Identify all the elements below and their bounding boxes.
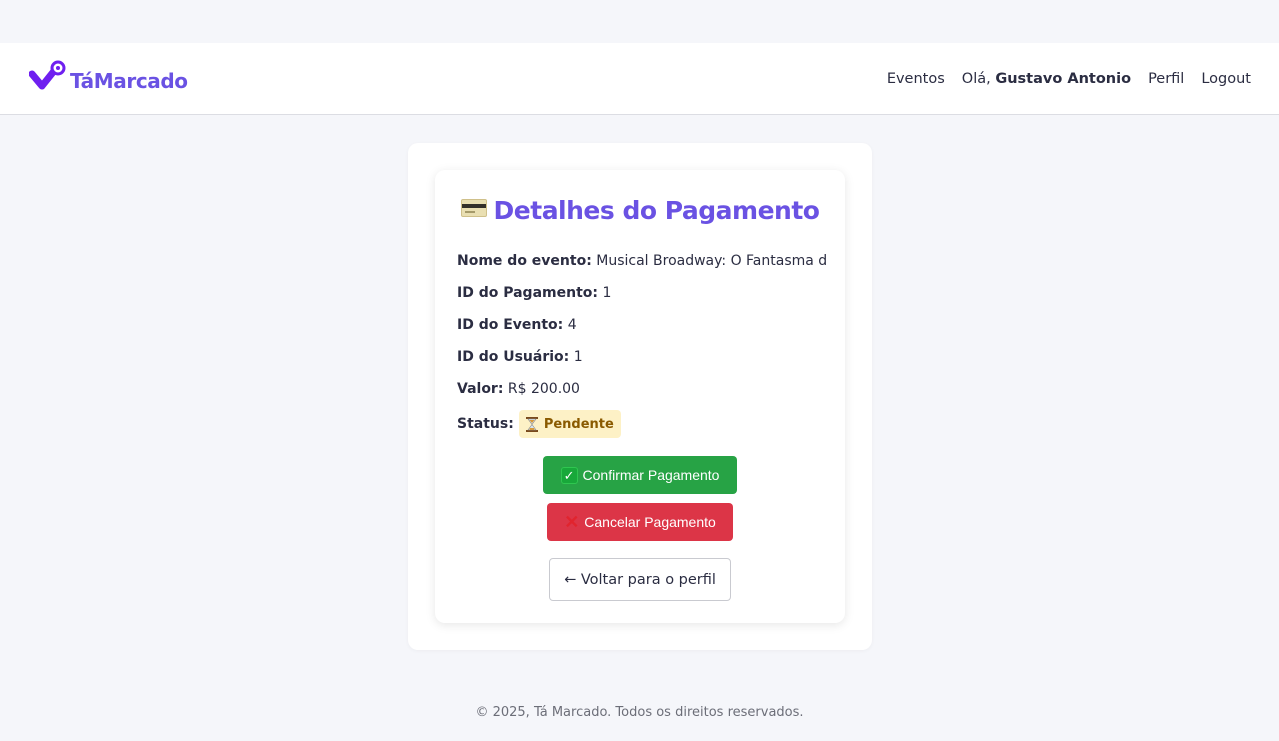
- event-name-label: Nome do evento:: [457, 253, 592, 269]
- value-label: Valor:: [457, 381, 504, 397]
- cancel-payment-button[interactable]: ✕ Cancelar Pagamento: [547, 503, 733, 541]
- status-text: Pendente: [543, 416, 614, 432]
- confirm-payment-label: Confirmar Pagamento: [582, 467, 720, 483]
- user-id-value: 1: [573, 349, 583, 365]
- page-title-text: Detalhes do Pagamento: [493, 196, 820, 225]
- value-row: Valor: R$ 200.00: [457, 381, 827, 397]
- status-label: Status:: [457, 416, 514, 432]
- page-container: Detalhes do Pagamento Nome do evento: Mu…: [408, 143, 872, 650]
- status-badge: Pendente: [518, 410, 621, 438]
- greeting-prefix: Olá,: [961, 71, 996, 87]
- event-name-row: Nome do evento: Musical Broadway: O Fant…: [457, 253, 827, 269]
- nav-events-link[interactable]: Eventos: [887, 71, 945, 87]
- user-greeting: Olá, Gustavo Antonio: [962, 71, 1131, 87]
- confirm-payment-button[interactable]: ✓ Confirmar Pagamento: [543, 456, 737, 494]
- check-mark-icon: ✓: [560, 466, 578, 484]
- brand-logo-link[interactable]: TáMarcado: [29, 57, 188, 97]
- user-name: Gustavo Antonio: [995, 71, 1132, 87]
- nav-profile-link[interactable]: Perfil: [1148, 71, 1184, 87]
- status-row: Status: Pendente: [457, 410, 827, 438]
- payment-id-label: ID do Pagamento:: [457, 285, 598, 301]
- check-pin-icon: [29, 60, 66, 90]
- value-amount: R$ 200.00: [507, 381, 580, 397]
- footer: © 2025, Tá Marcado. Todos os direitos re…: [0, 705, 1279, 720]
- main-nav: Eventos Olá, Gustavo Antonio Perfil Logo…: [870, 43, 1251, 115]
- brand-name: TáMarcado: [70, 69, 188, 93]
- page-title: Detalhes do Pagamento: [435, 196, 845, 225]
- event-id-label: ID do Evento:: [457, 317, 564, 333]
- credit-card-icon: [460, 199, 487, 217]
- event-name-value: Musical Broadway: O Fantasma d: [596, 253, 827, 269]
- hourglass-icon: [525, 416, 538, 432]
- payment-id-value: 1: [602, 285, 612, 301]
- payment-id-row: ID do Pagamento: 1: [457, 285, 827, 301]
- cancel-payment-label: Cancelar Pagamento: [584, 514, 716, 530]
- user-id-row: ID do Usuário: 1: [457, 349, 827, 365]
- event-id-row: ID do Evento: 4: [457, 317, 827, 333]
- event-id-value: 4: [567, 317, 577, 333]
- nav-logout-link[interactable]: Logout: [1201, 71, 1251, 87]
- footer-copyright: © 2025, Tá Marcado. Todos os direitos re…: [475, 705, 804, 720]
- user-id-label: ID do Usuário:: [457, 349, 570, 365]
- cross-mark-icon: ✕: [564, 512, 580, 532]
- top-navbar: TáMarcado Eventos Olá, Gustavo Antonio P…: [0, 43, 1279, 115]
- payment-details-card: Detalhes do Pagamento Nome do evento: Mu…: [435, 170, 845, 623]
- back-to-profile-button[interactable]: ← Voltar para o perfil: [549, 558, 731, 601]
